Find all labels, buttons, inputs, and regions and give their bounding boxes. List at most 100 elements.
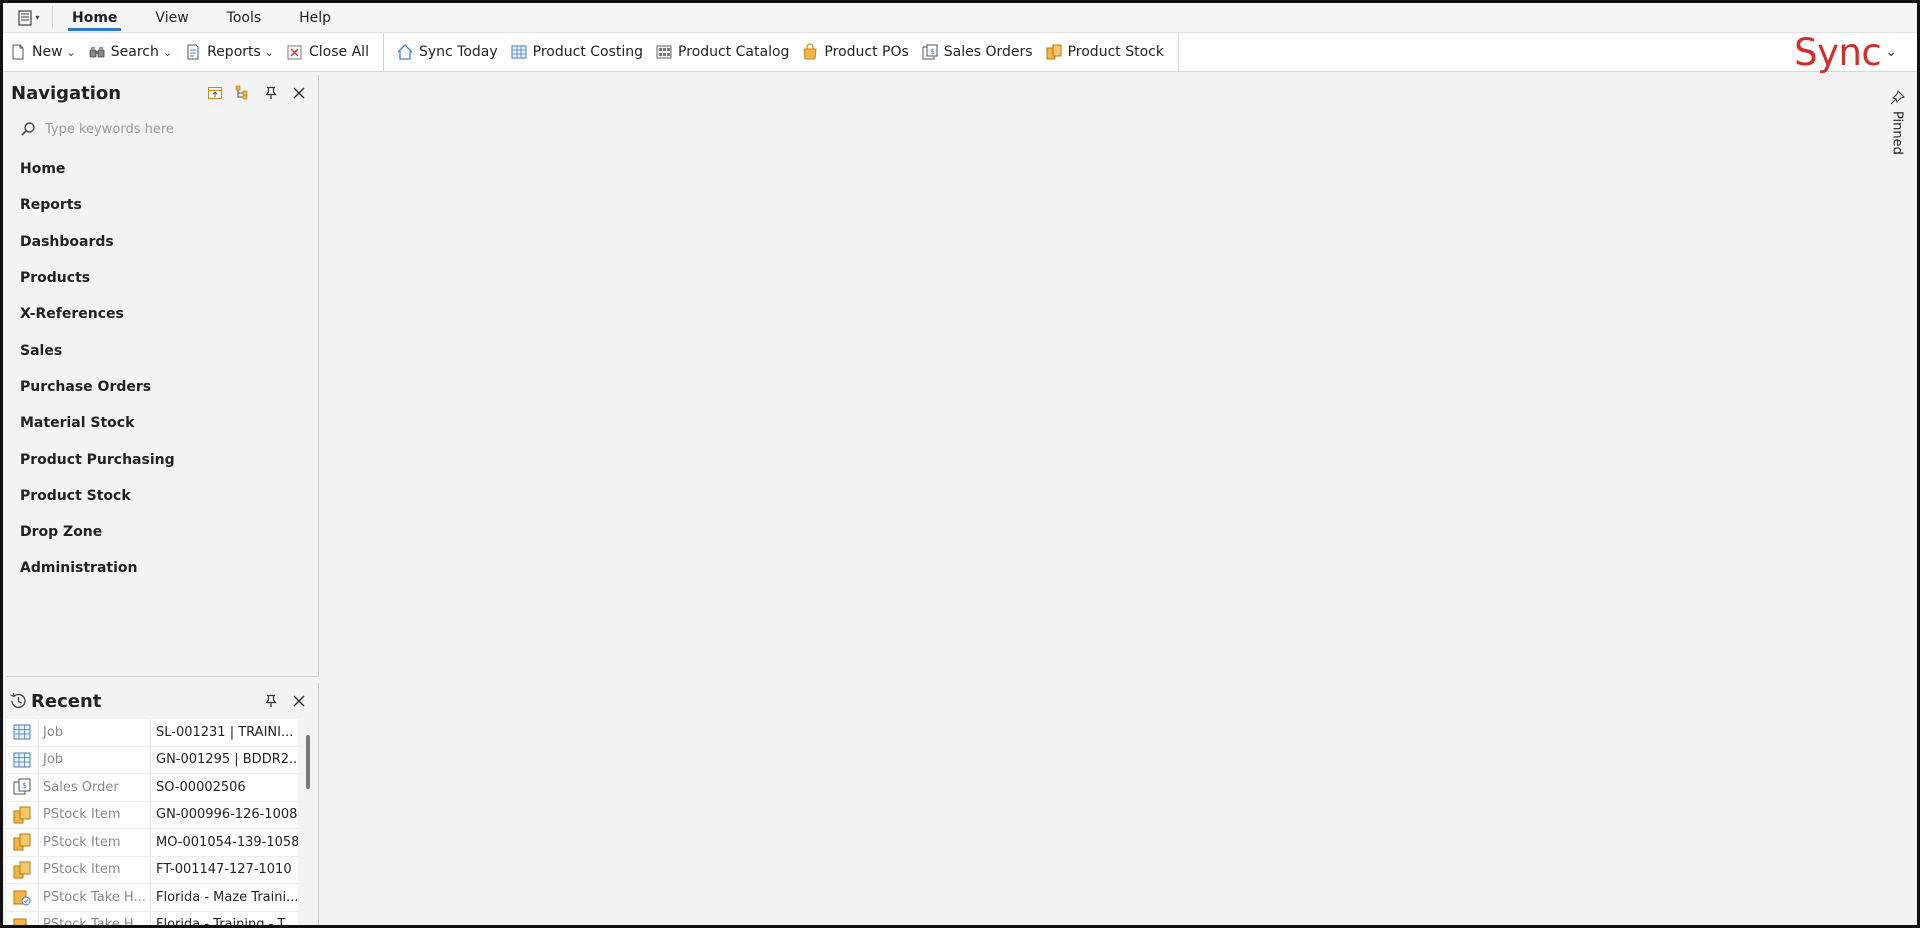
app-menu-button[interactable]: ▾ <box>3 6 53 29</box>
table-row[interactable]: Job GN-001295 | BDDR2... <box>6 746 298 774</box>
new-button-label: New <box>32 44 63 60</box>
new-button[interactable]: New ⌄ <box>3 37 82 67</box>
tab-view-label: View <box>155 9 189 26</box>
product-catalog-button[interactable]: Product Catalog <box>649 37 795 67</box>
row-type: Job <box>39 719 151 746</box>
report-icon <box>187 44 199 60</box>
nav-item-x-references[interactable]: X-References <box>6 296 318 332</box>
tab-home[interactable]: Home <box>53 3 136 32</box>
product-catalog-button-label: Product Catalog <box>678 44 790 60</box>
reports-button-label: Reports <box>207 44 261 60</box>
stock-box-icon <box>6 829 39 856</box>
row-name: SO-00002506 <box>156 779 246 795</box>
chevron-down-icon: ⌄ <box>162 45 173 59</box>
row-type: Job <box>39 746 151 773</box>
tree-view-icon[interactable] <box>232 82 254 104</box>
table-row[interactable]: Job SL-001231 | TRAINI... <box>6 719 298 747</box>
row-name: Florida - Training - T... <box>156 917 297 928</box>
row-type: Sales Order <box>39 774 151 801</box>
search-input[interactable] <box>45 121 295 137</box>
product-pos-button[interactable]: Product POs <box>795 37 914 67</box>
row-type: PStock Item <box>39 829 151 856</box>
row-name: GN-001295 | BDDR2... <box>156 752 298 768</box>
recent-table: Job SL-001231 | TRAINI... Job GN-001295 … <box>6 719 298 928</box>
menu-bar: ▾ Home View Tools Help <box>3 3 1917 33</box>
row-type: PStock Take H... <box>39 911 151 925</box>
tab-help[interactable]: Help <box>280 3 350 32</box>
reports-button[interactable]: Reports ⌄ <box>178 37 280 67</box>
product-costing-button[interactable]: Product Costing <box>504 37 649 67</box>
nav-item-administration[interactable]: Administration <box>6 550 318 586</box>
navigation-panel: Navigation Type keywords here Home Repor… <box>6 75 319 677</box>
toolbar-group-general: New ⌄ Search ⌄ Reports ⌄ Close All <box>3 33 384 71</box>
product-stock-button[interactable]: Product Stock <box>1039 37 1170 67</box>
table-row[interactable]: PStock Item FT-001147-127-1010 <box>6 856 298 884</box>
recent-tools <box>260 690 318 712</box>
sales-orders-button-label: Sales Orders <box>943 44 1033 60</box>
navigation-search <box>6 111 318 147</box>
chevron-down-icon[interactable]: ⌄ <box>1885 44 1897 60</box>
close-icon[interactable] <box>288 82 310 104</box>
row-name: SL-001231 | TRAINI... <box>156 724 294 740</box>
stock-take-icon <box>6 884 39 911</box>
nav-item-purchase-orders[interactable]: Purchase Orders <box>6 369 318 405</box>
navigation-title: Navigation <box>11 82 122 104</box>
history-icon <box>10 692 26 709</box>
sales-orders-button[interactable]: $ Sales Orders <box>915 37 1039 67</box>
nav-item-product-purchasing[interactable]: Product Purchasing <box>6 441 318 477</box>
table-row[interactable]: PStock Item GN-000996-126-1008 <box>6 801 298 829</box>
nav-item-reports[interactable]: Reports <box>6 187 318 223</box>
search-button-label: Search <box>110 44 159 60</box>
sync-today-button[interactable]: Sync Today <box>390 37 504 67</box>
nav-item-sales[interactable]: Sales <box>6 332 318 368</box>
new-document-icon <box>12 44 24 60</box>
nav-item-product-stock[interactable]: Product Stock <box>6 478 318 514</box>
close-icon[interactable] <box>288 690 310 712</box>
app-window: ▾ Home View Tools Help New ⌄ Search ⌄ Re… <box>0 0 1920 928</box>
pin-icon[interactable] <box>260 82 282 104</box>
stock-box-icon <box>6 801 39 828</box>
pinned-label: Pinned <box>1889 111 1905 155</box>
pinned-strip[interactable]: Pinned <box>1885 89 1909 169</box>
scrollbar-thumb[interactable] <box>306 735 310 789</box>
product-costing-button-label: Product Costing <box>532 44 644 60</box>
nav-item-dashboards[interactable]: Dashboards <box>6 224 318 260</box>
navigation-header: Navigation <box>6 75 318 111</box>
row-type: PStock Item <box>39 801 151 828</box>
grid-icon <box>6 746 39 773</box>
nav-item-products[interactable]: Products <box>6 260 318 296</box>
recent-title-wrap: Recent <box>8 691 260 712</box>
close-all-button[interactable]: Close All <box>280 37 375 67</box>
catalog-grid-icon <box>656 45 672 59</box>
table-row[interactable]: PStock Item MO-001054-139-1058 <box>6 829 298 857</box>
document-list-icon <box>18 9 33 26</box>
row-name: GN-000996-126-1008 <box>156 807 298 823</box>
binoculars-icon <box>89 47 105 58</box>
collapse-all-icon[interactable] <box>204 82 226 104</box>
toolbar: New ⌄ Search ⌄ Reports ⌄ Close All Sync … <box>3 33 1917 72</box>
nav-item-material-stock[interactable]: Material Stock <box>6 405 318 441</box>
svg-text:$: $ <box>22 781 27 790</box>
pin-icon[interactable] <box>260 690 282 712</box>
recent-scrollbar[interactable] <box>303 719 313 924</box>
table-row[interactable]: PStock Take H... Florida - Maze Traini..… <box>6 884 298 912</box>
house-icon <box>397 44 413 60</box>
search-button[interactable]: Search ⌄ <box>82 37 178 67</box>
tab-tools-label: Tools <box>226 9 262 26</box>
stock-take-icon <box>6 911 39 925</box>
search-icon <box>21 122 35 136</box>
close-all-button-label: Close All <box>309 44 369 60</box>
product-pos-button-label: Product POs <box>824 44 909 60</box>
table-row[interactable]: $ Sales Order SO-00002506 <box>6 774 298 802</box>
main-content-area <box>320 73 1917 925</box>
chevron-down-icon: ⌄ <box>66 45 76 59</box>
chevron-down-icon: ▾ <box>35 13 40 22</box>
tab-view[interactable]: View <box>136 3 207 32</box>
nav-item-home[interactable]: Home <box>6 151 318 187</box>
tab-tools[interactable]: Tools <box>208 3 281 32</box>
logo-text: Sync <box>1794 30 1882 74</box>
chevron-down-icon: ⌄ <box>264 45 275 59</box>
row-type: PStock Take H... <box>39 884 151 911</box>
nav-item-drop-zone[interactable]: Drop Zone <box>6 514 318 550</box>
table-row[interactable]: PStock Take H... Florida - Training - T.… <box>6 911 298 928</box>
